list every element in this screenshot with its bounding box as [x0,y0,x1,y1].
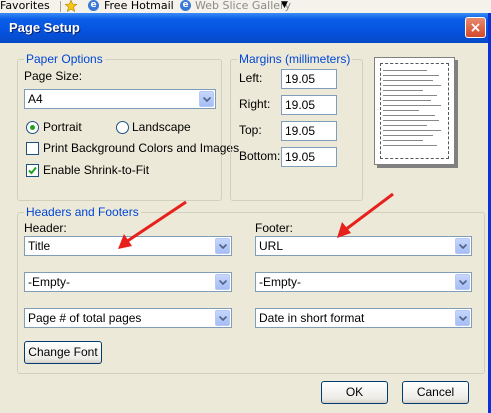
annotation-arrow-footer [337,192,394,238]
annotation-arrows [118,192,394,249]
annotation-arrow-header [118,200,187,249]
